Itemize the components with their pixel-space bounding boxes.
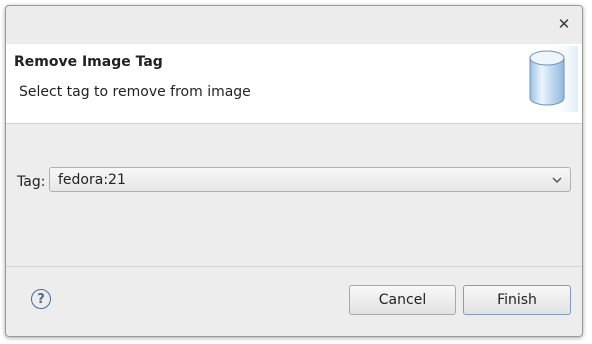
button-bar-separator bbox=[6, 266, 582, 267]
remove-image-tag-dialog: ✕ Remove Image Tag Select tag to remove … bbox=[5, 5, 583, 337]
dialog-title: Remove Image Tag bbox=[14, 54, 163, 70]
image-cylinder-icon bbox=[529, 46, 578, 112]
tag-label: Tag: bbox=[17, 174, 46, 190]
tag-dropdown[interactable]: fedora:21 bbox=[49, 167, 571, 192]
help-icon[interactable]: ? bbox=[31, 289, 51, 309]
finish-button[interactable]: Finish bbox=[463, 285, 571, 315]
dialog-message: Select tag to remove from image bbox=[19, 84, 251, 100]
dialog-titlebar: ✕ bbox=[6, 6, 582, 44]
cancel-button[interactable]: Cancel bbox=[349, 285, 456, 315]
tag-dropdown-value: fedora:21 bbox=[58, 172, 126, 188]
close-icon[interactable]: ✕ bbox=[556, 15, 572, 33]
dialog-banner: Remove Image Tag Select tag to remove fr… bbox=[6, 44, 582, 124]
chevron-down-icon bbox=[552, 177, 562, 184]
